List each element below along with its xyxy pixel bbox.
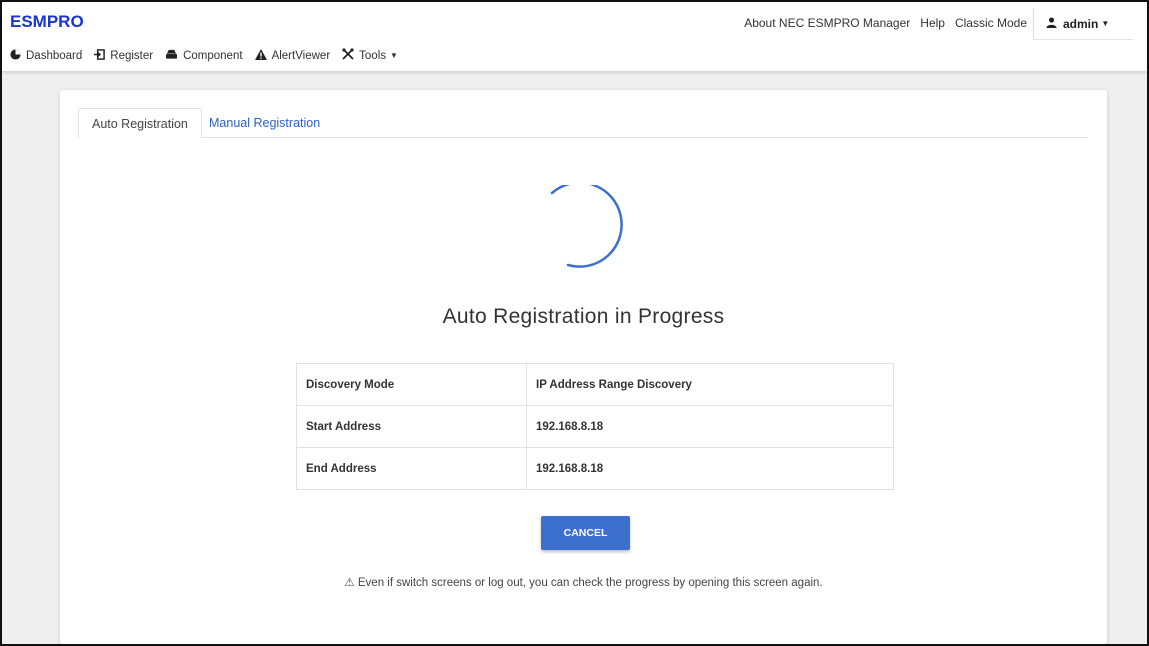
row-value: 192.168.8.18 (526, 405, 894, 448)
tab-manual-registration[interactable]: Manual Registration (196, 108, 333, 139)
row-value: 192.168.8.18 (526, 447, 894, 490)
progress-title: Auto Registration in Progress (442, 305, 725, 328)
user-name: admin (1063, 16, 1099, 31)
table-row: Start Address 192.168.8.18 (296, 405, 894, 448)
cancel-button[interactable]: CANCEL (541, 516, 630, 550)
brand-logo[interactable]: ESMPRO (10, 12, 84, 32)
chevron-down-icon: ▼ (1101, 19, 1110, 28)
registration-tabs: Auto Registration Manual Registration (78, 108, 1088, 139)
progress-note: ⚠ Even if switch screens or log out, you… (344, 577, 823, 589)
tools-icon (342, 48, 354, 63)
menu-item-dashboard[interactable]: Dashboard (10, 48, 82, 63)
component-icon (165, 49, 178, 63)
menu-label: Tools (359, 49, 387, 62)
tab-auto-registration[interactable]: Auto Registration (78, 108, 202, 139)
registration-card: Auto Registration Manual Registration Au… (60, 90, 1107, 644)
help-link[interactable]: Help (920, 16, 945, 30)
register-icon (94, 48, 106, 63)
menu-label: Component (183, 49, 243, 62)
user-icon (1046, 16, 1057, 31)
warning-icon (254, 48, 267, 63)
row-key: Start Address (296, 405, 527, 448)
menu-label: Register (110, 49, 154, 62)
header-links: About NEC ESMPRO Manager Help Classic Mo… (744, 16, 1027, 30)
about-link[interactable]: About NEC ESMPRO Manager (744, 16, 910, 30)
menu-label: AlertViewer (271, 49, 331, 62)
dashboard-icon (10, 48, 21, 63)
app-window: ESMPRO About NEC ESMPRO Manager Help Cla… (0, 0, 1149, 646)
top-navbar: ESMPRO About NEC ESMPRO Manager Help Cla… (2, 2, 1147, 72)
chevron-down-icon: ▼ (390, 51, 398, 60)
loading-spinner-icon (550, 185, 623, 268)
row-key: End Address (296, 447, 527, 490)
menu-item-register[interactable]: Register (94, 48, 153, 63)
row-value: IP Address Range Discovery (526, 363, 894, 406)
main-menu: Dashboard Register Component AlertViewer (10, 48, 398, 63)
classic-mode-link[interactable]: Classic Mode (955, 16, 1027, 30)
menu-item-component[interactable]: Component (165, 48, 243, 63)
menu-item-tools[interactable]: Tools ▼ (342, 48, 398, 63)
menu-item-alertviewer[interactable]: AlertViewer (254, 48, 331, 63)
menu-label: Dashboard (26, 49, 83, 62)
row-key: Discovery Mode (296, 363, 527, 406)
discovery-info-table: Discovery Mode IP Address Range Discover… (296, 363, 894, 490)
user-menu[interactable]: admin ▼ (1033, 8, 1133, 40)
table-row: End Address 192.168.8.18 (296, 447, 894, 490)
table-row: Discovery Mode IP Address Range Discover… (296, 363, 894, 406)
